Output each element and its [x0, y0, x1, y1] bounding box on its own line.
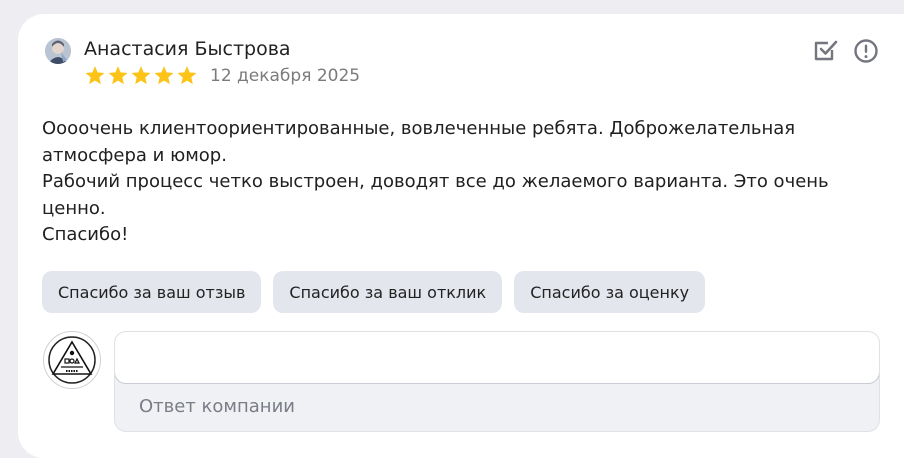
exclamation-circle-icon[interactable]	[853, 38, 879, 64]
star-rating	[84, 65, 198, 86]
company-logo	[43, 331, 101, 389]
star-icon	[153, 65, 175, 86]
author-avatar	[45, 38, 71, 64]
review-line: атмосфера и юмор.	[42, 144, 227, 166]
review-text: Оооочень клиентоориентированные, вовлече…	[42, 116, 862, 249]
reply-input[interactable]	[115, 332, 879, 384]
author-name[interactable]: Анастасия Быстрова	[84, 38, 291, 60]
review-date: 12 декабря 2025	[210, 65, 361, 86]
quick-reply-thanks-response-button[interactable]: Спасибо за ваш отклик	[273, 271, 503, 313]
star-icon	[176, 65, 198, 86]
star-icon	[84, 65, 106, 86]
star-icon	[130, 65, 152, 86]
rating-row: 12 декабря 2025	[84, 65, 360, 86]
review-card: Анастасия Быстрова 12 декабря 2025 Ооооч…	[18, 14, 904, 458]
star-icon	[107, 65, 129, 86]
checkbox-check-icon[interactable]	[812, 38, 838, 64]
reply-label: Ответ компании	[139, 396, 295, 417]
review-line: Спасибо!	[42, 224, 129, 246]
review-line: Рабочий процесс четко выстроен, доводят …	[42, 171, 829, 193]
quick-reply-thanks-rating-button[interactable]: Спасибо за оценку	[514, 271, 706, 313]
review-line: Оооочень клиентоориентированные, вовлече…	[42, 118, 796, 139]
quick-replies: Спасибо за ваш отзыв Спасибо за ваш откл…	[42, 271, 706, 313]
review-line: ценно.	[42, 197, 106, 219]
reply-box: Ответ компании	[114, 331, 880, 432]
quick-reply-thanks-review-button[interactable]: Спасибо за ваш отзыв	[42, 271, 262, 313]
